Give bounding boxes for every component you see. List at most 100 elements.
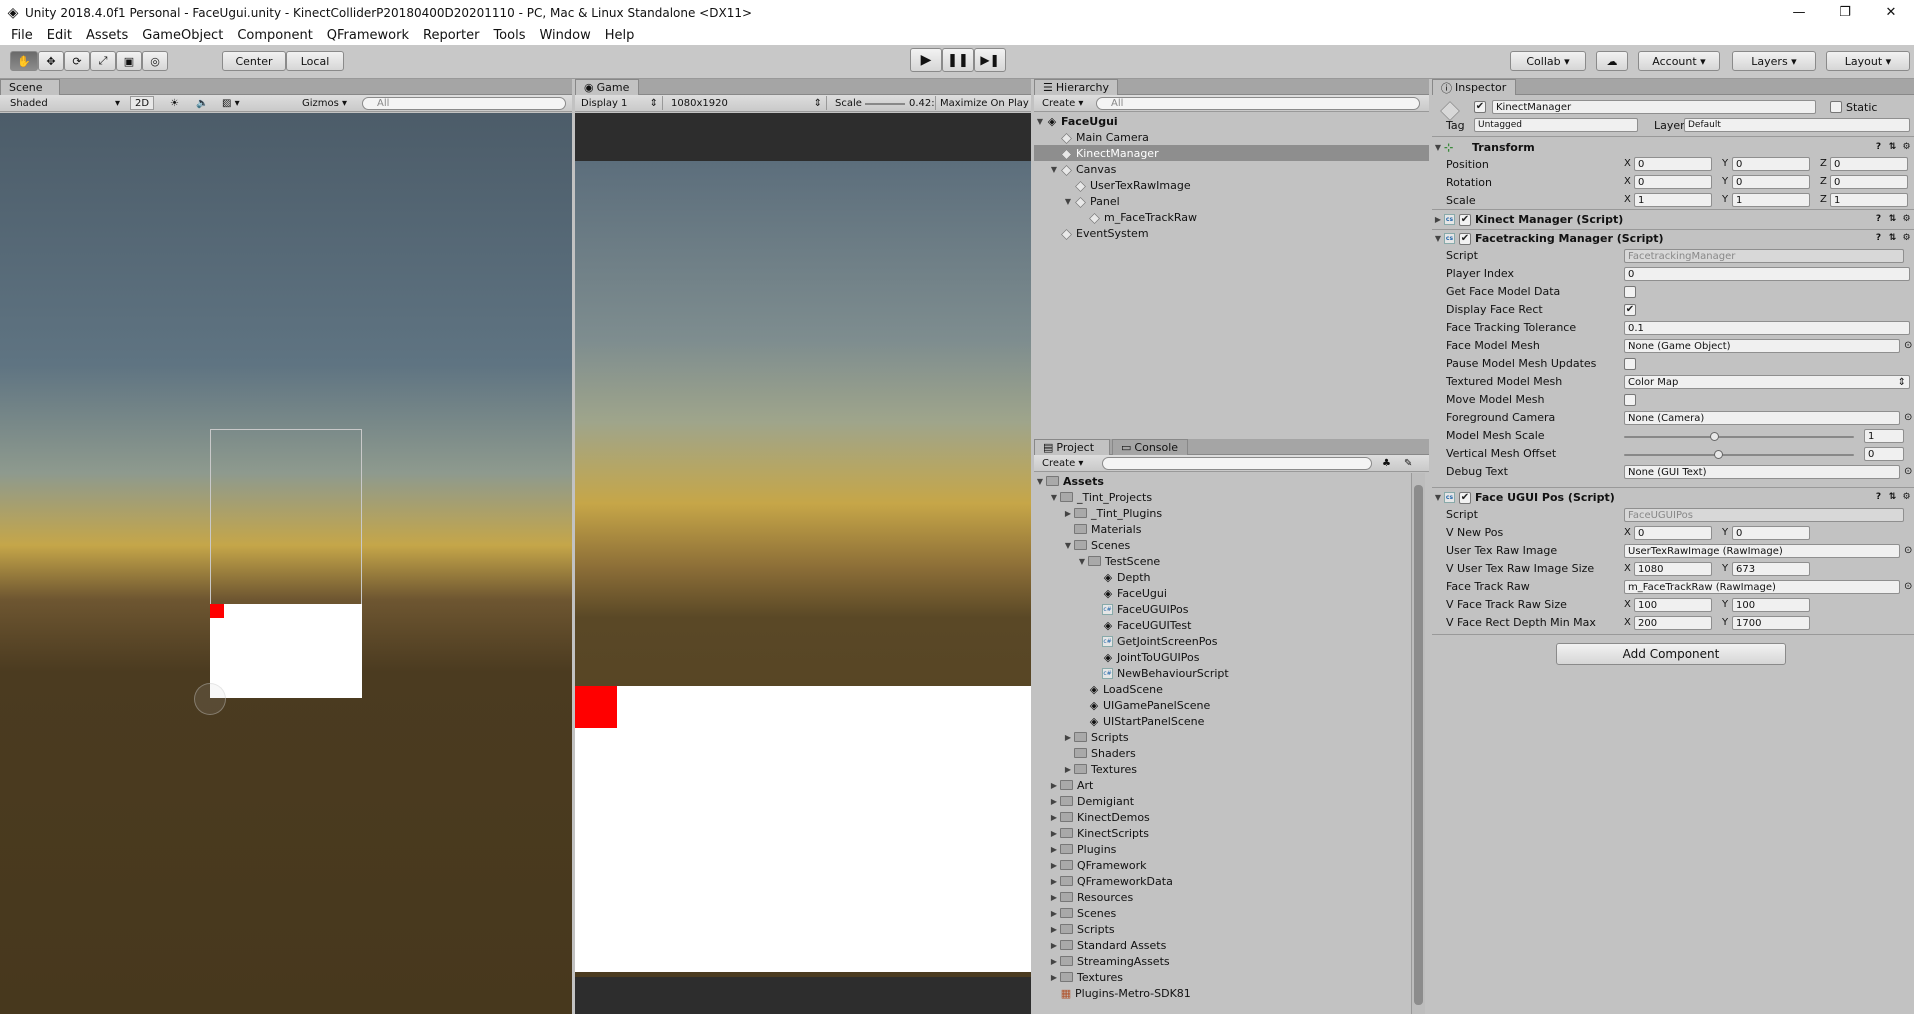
expand-arrow-icon[interactable]: ▶ bbox=[1048, 941, 1060, 950]
expand-arrow-icon[interactable]: ▼ bbox=[1062, 541, 1074, 550]
expand-arrow-icon[interactable]: ▶ bbox=[1062, 509, 1074, 518]
expand-arrow-icon[interactable]: ▶ bbox=[1048, 973, 1060, 982]
v-new-pos-x[interactable]: 0 bbox=[1634, 526, 1712, 540]
project-item[interactable]: ◈ LoadScene bbox=[1034, 681, 1410, 697]
maximize-on-play-toggle[interactable]: Maximize On Play bbox=[935, 96, 1033, 110]
object-picker-icon[interactable]: ⊙ bbox=[1904, 412, 1912, 423]
project-item[interactable]: ▶ Textures bbox=[1034, 761, 1410, 777]
tab-console[interactable]: ▭ Console bbox=[1112, 439, 1188, 455]
object-picker-icon[interactable]: ⊙ bbox=[1904, 466, 1912, 477]
faceugui-header[interactable]: ▼ cs ✔ Face UGUI Pos (Script) ? ⇅ ⚙ bbox=[1432, 489, 1914, 506]
panel-rect[interactable] bbox=[210, 604, 362, 698]
preset-icon[interactable]: ⇅ bbox=[1887, 491, 1898, 502]
expand-arrow-icon[interactable]: ▶ bbox=[1062, 733, 1074, 742]
expand-arrow-icon[interactable]: ▶ bbox=[1048, 781, 1060, 790]
scene-search-input[interactable]: All bbox=[362, 97, 566, 110]
scale-z[interactable]: 1 bbox=[1830, 193, 1908, 207]
settings-gear-icon[interactable]: ⚙ bbox=[1901, 491, 1912, 502]
project-item[interactable]: ◈ JointToUGUIPos bbox=[1034, 649, 1410, 665]
help-icon[interactable]: ? bbox=[1873, 141, 1884, 152]
user-tex-size-x[interactable]: 1080 bbox=[1634, 562, 1712, 576]
scale-tool-icon[interactable]: ⤢ bbox=[90, 51, 116, 71]
restore-icon[interactable]: ❐ bbox=[1822, 0, 1868, 25]
hierarchy-create-dropdown[interactable]: Create ▾ bbox=[1038, 96, 1087, 110]
depth-min-max-x[interactable]: 200 bbox=[1634, 616, 1712, 630]
expand-arrow-icon[interactable]: ▶ bbox=[1048, 925, 1060, 934]
project-item[interactable]: ◈ FaceUgui bbox=[1034, 585, 1410, 601]
project-item[interactable]: ◈ UIStartPanelScene bbox=[1034, 713, 1410, 729]
user-tex-field[interactable]: UserTexRawImage (RawImage) bbox=[1624, 544, 1900, 558]
facetracking-header[interactable]: ▼ cs ✔ Facetracking Manager (Script) ? ⇅ ⚙ bbox=[1432, 230, 1914, 247]
shading-dropdown[interactable]: Shaded ▾ bbox=[6, 96, 124, 110]
object-picker-icon[interactable]: ⊙ bbox=[1904, 340, 1912, 351]
menu-reporter[interactable]: Reporter bbox=[416, 28, 486, 43]
mesh-scale-slider-knob[interactable] bbox=[1709, 432, 1719, 441]
face-track-rect[interactable] bbox=[210, 604, 224, 618]
pause-button[interactable]: ❚❚ bbox=[942, 48, 974, 72]
mesh-offset-slider-knob[interactable] bbox=[1714, 450, 1724, 459]
debug-text-field[interactable]: None (GUI Text) bbox=[1624, 465, 1900, 479]
mesh-offset-slider-track[interactable] bbox=[1624, 454, 1854, 456]
tolerance-field[interactable]: 0.1 bbox=[1624, 321, 1910, 335]
resolution-dropdown[interactable]: 1080x1920 ⇕ bbox=[667, 96, 827, 110]
textured-mesh-dropdown[interactable]: Color Map ⇕ bbox=[1624, 375, 1910, 389]
project-item[interactable]: ▶ QFramework bbox=[1034, 857, 1410, 873]
lighting-icon[interactable]: ☀ bbox=[166, 96, 183, 110]
close-icon[interactable]: ✕ bbox=[1868, 0, 1914, 25]
tab-scene[interactable]: Scene bbox=[0, 79, 60, 95]
scale-y[interactable]: 1 bbox=[1732, 193, 1810, 207]
tab-inspector[interactable]: ⓘ Inspector bbox=[1432, 79, 1516, 95]
project-item[interactable]: ▶ Resources bbox=[1034, 889, 1410, 905]
scale-x[interactable]: 1 bbox=[1634, 193, 1712, 207]
get-face-model-checkbox[interactable] bbox=[1624, 286, 1636, 298]
expand-arrow-icon[interactable]: ▶ bbox=[1062, 765, 1074, 774]
play-button[interactable]: ▶ bbox=[910, 48, 942, 72]
assets-root-row[interactable]: ▼ Assets bbox=[1034, 473, 1104, 489]
project-item[interactable]: ▶ Art bbox=[1034, 777, 1410, 793]
menu-assets[interactable]: Assets bbox=[79, 28, 135, 43]
user-tex-size-y[interactable]: 673 bbox=[1732, 562, 1810, 576]
transform-tool-icon[interactable]: ◎ bbox=[142, 51, 168, 71]
project-item[interactable]: c# GetJointScreenPos bbox=[1034, 633, 1410, 649]
expand-arrow-icon[interactable]: ▶ bbox=[1048, 877, 1060, 886]
menu-file[interactable]: File bbox=[4, 28, 40, 43]
filter-type-icon[interactable]: ♣ bbox=[1378, 456, 1395, 470]
mesh-scale-slider-track[interactable] bbox=[1624, 436, 1854, 438]
expand-arrow-icon[interactable]: ▶ bbox=[1048, 957, 1060, 966]
face-model-mesh-field[interactable]: None (Game Object) bbox=[1624, 339, 1900, 353]
project-scroll-thumb[interactable] bbox=[1414, 485, 1423, 1005]
tab-hierarchy[interactable]: ☰ Hierarchy bbox=[1034, 79, 1118, 95]
move-mesh-checkbox[interactable] bbox=[1624, 394, 1636, 406]
object-picker-icon[interactable]: ⊙ bbox=[1904, 545, 1912, 556]
project-item[interactable]: ▶ StreamingAssets bbox=[1034, 953, 1410, 969]
rotation-z[interactable]: 0 bbox=[1830, 175, 1908, 189]
mesh-scale-slider-field[interactable]: 1 bbox=[1864, 429, 1904, 443]
face-track-size-y[interactable]: 100 bbox=[1732, 598, 1810, 612]
project-item[interactable]: c# NewBehaviourScript bbox=[1034, 665, 1410, 681]
object-name-field[interactable]: KinectManager bbox=[1492, 100, 1816, 114]
help-icon[interactable]: ? bbox=[1873, 213, 1884, 224]
effects-icon[interactable]: ▨ ▾ bbox=[218, 96, 244, 110]
project-item[interactable]: ▶ Scripts bbox=[1034, 921, 1410, 937]
static-checkbox[interactable] bbox=[1830, 101, 1842, 113]
settings-gear-icon[interactable]: ⚙ bbox=[1901, 232, 1912, 243]
hierarchy-item[interactable]: KinectManager bbox=[1034, 145, 1429, 161]
gizmos-dropdown[interactable]: Gizmos ▾ bbox=[298, 96, 351, 110]
project-item[interactable]: ▶ QFrameworkData bbox=[1034, 873, 1410, 889]
kinect-manager-header[interactable]: ▶ cs ✔ Kinect Manager (Script) ? ⇅ ⚙ bbox=[1432, 211, 1914, 228]
help-icon[interactable]: ? bbox=[1873, 232, 1884, 243]
face-track-field[interactable]: m_FaceTrackRaw (RawImage) bbox=[1624, 580, 1900, 594]
position-y[interactable]: 0 bbox=[1732, 157, 1810, 171]
hand-tool-icon[interactable]: ✋ bbox=[10, 51, 38, 71]
project-item[interactable]: Materials bbox=[1034, 521, 1410, 537]
depth-min-max-y[interactable]: 1700 bbox=[1732, 616, 1810, 630]
hierarchy-item[interactable]: m_FaceTrackRaw bbox=[1034, 209, 1429, 225]
expand-arrow-icon[interactable]: ▶ bbox=[1048, 845, 1060, 854]
preset-icon[interactable]: ⇅ bbox=[1887, 141, 1898, 152]
add-component-button[interactable]: Add Component bbox=[1556, 643, 1786, 665]
menu-window[interactable]: Window bbox=[532, 28, 597, 43]
hierarchy-item[interactable]: UserTexRawImage bbox=[1034, 177, 1429, 193]
menu-edit[interactable]: Edit bbox=[40, 28, 79, 43]
rect-tool-icon[interactable]: ▣ bbox=[116, 51, 142, 71]
hierarchy-item[interactable]: ▼ Canvas bbox=[1034, 161, 1429, 177]
